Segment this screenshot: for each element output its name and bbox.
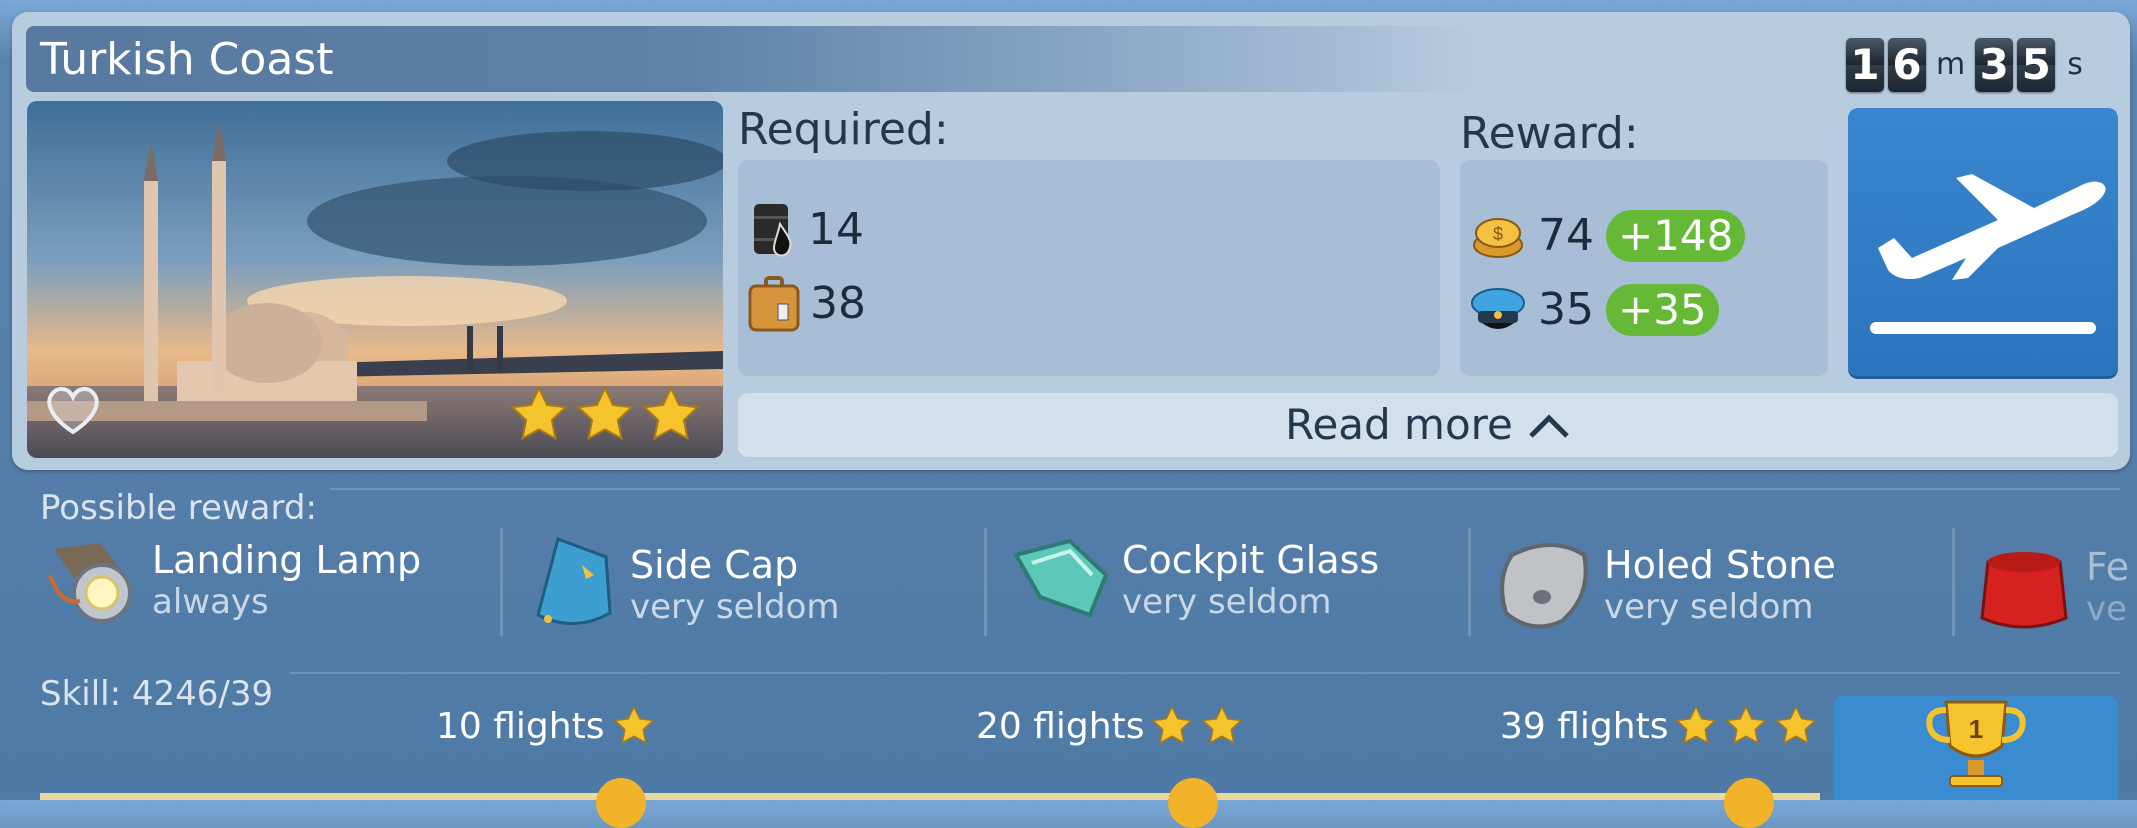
holed-stone-icon [1500,543,1588,629]
required-luggage-value: 38 [810,278,866,329]
progress-marker [1724,778,1774,828]
svg-text:$: $ [1493,224,1503,244]
divider [330,488,2120,490]
oil-barrel-icon [754,204,792,257]
cockpit-glass-icon [1012,538,1109,618]
required-box [738,160,1440,376]
reward-box [1460,160,1828,376]
possible-reward-label: Possible reward: [40,488,317,528]
trophy-rank: 1 [1969,714,1983,744]
star-icon [613,705,655,745]
skill-milestone: 20 flights [976,704,1244,748]
reward-item-rarity: always [152,582,269,622]
milestone-label: 39 flights [1500,705,1669,747]
chevron-up-icon [1529,414,1569,438]
read-more-content[interactable]: Read more [738,393,2118,457]
separator [1952,528,1955,636]
favorite-heart-icon[interactable] [44,382,102,436]
reward-item-holed-stone[interactable]: Holed Stone very seldom [1492,535,1836,635]
reward-item: $ 74 +148 [1470,208,1746,264]
timer-digit: 3 [1975,38,2014,92]
landing-lamp-icon [48,543,132,623]
skill-label: Skill: 4246/39 [40,674,274,714]
separator [984,528,987,636]
reward-coins-bonus: +148 [1606,210,1746,262]
fly-button[interactable] [1848,108,2118,376]
star-icon [576,385,634,441]
separator [500,528,503,636]
reward-item-side-cap[interactable]: Side Cap very seldom [528,535,840,635]
required-oil-value: 14 [808,204,864,255]
reward-item: 35 +35 [1470,282,1719,338]
milestone-label: 20 flights [976,705,1145,747]
mission-stars [508,384,702,446]
reward-item-landing-lamp[interactable]: Landing Lamp always [40,535,421,625]
mission-title: Turkish Coast [40,34,334,85]
side-cap-icon [536,537,612,625]
progress-marker [1168,778,1218,828]
progress-marker [596,778,646,828]
required-item: 14 [748,202,864,258]
reward-xp-value: 35 [1538,284,1594,335]
star-icon [642,385,700,441]
luggage-icon [748,276,800,332]
star-icon [1201,705,1243,745]
star-icon [510,385,568,441]
leaderboard-button[interactable]: 1 [1834,696,2118,800]
reward-item-cockpit-glass[interactable]: Cockpit Glass very seldom [1010,535,1379,625]
fez-icon [1980,552,2068,629]
star-icon [1775,705,1817,745]
milestone-label: 10 flights [436,705,605,747]
minutes-unit: m [1936,47,1966,82]
timer-digit: 6 [1888,38,1926,92]
reward-item-name: Side Cap [630,543,799,587]
required-label: Required: [738,104,949,155]
pilot-cap-icon [1471,288,1525,329]
reward-item-name: Holed Stone [1604,543,1836,587]
countdown-timer: 1 6 m 3 5 s [1846,38,2083,92]
reward-item-name: Cockpit Glass [1122,538,1380,582]
timer-digit: 5 [2017,38,2056,92]
star-icon [1675,705,1717,745]
reward-item-fez[interactable]: Fe ve [1974,540,2137,634]
reward-item-name: Fe [2086,545,2130,589]
reward-item-rarity: very seldom [1604,587,1814,627]
divider [290,672,2120,674]
skill-milestone: 39 flights [1500,704,1818,748]
timer-digit: 1 [1846,38,1884,92]
reward-item-rarity: very seldom [630,587,840,627]
reward-xp-bonus: +35 [1606,284,1719,336]
reward-coins-value: 74 [1538,210,1594,261]
reward-item-name: Landing Lamp [152,538,422,582]
reward-item-rarity: ve [2086,589,2128,629]
airplane-takeoff-icon [1870,174,2106,334]
seconds-unit: s [2067,47,2083,82]
trophy-icon: 1 [1926,700,2026,787]
skill-milestone: 10 flights [436,704,656,748]
star-icon [1725,705,1767,745]
star-icon [1151,705,1193,745]
progress-track [40,793,1820,800]
reward-item-rarity: very seldom [1122,582,1332,622]
reward-label: Reward: [1460,108,1639,159]
required-item: 38 [748,276,866,332]
coins-icon: $ [1473,218,1523,258]
read-more-label: Read more [1285,400,1513,449]
separator [1468,528,1471,636]
